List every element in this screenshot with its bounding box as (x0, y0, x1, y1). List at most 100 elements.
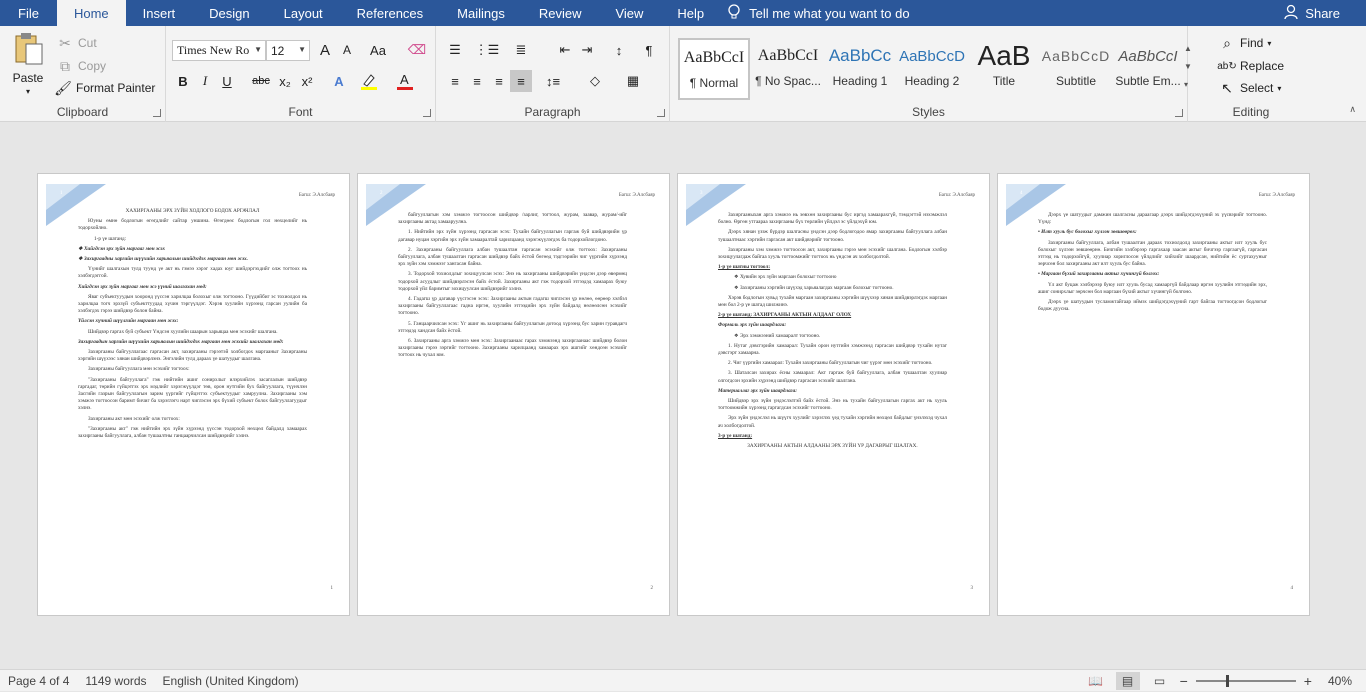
tab-mailings[interactable]: Mailings (440, 0, 522, 26)
read-mode-icon[interactable]: 📖 (1084, 672, 1108, 690)
paste-label: Paste (12, 71, 44, 85)
document-page[interactable]: 3 Багш: Э.Алсбаяр Захиргааныхан арга хэм… (677, 173, 990, 616)
tab-view[interactable]: View (598, 0, 660, 26)
page-header: Багш: Э.Алсбаяр (618, 193, 655, 198)
paragraph-launcher-icon[interactable] (657, 109, 665, 117)
shrink-font-icon[interactable]: A (336, 39, 358, 61)
style-heading-2[interactable]: AaBbCcD Heading 2 (896, 38, 968, 100)
align-left-icon[interactable]: ≡ (444, 70, 466, 92)
word-count[interactable]: 1149 words (77, 674, 154, 688)
document-page[interactable]: 2 Багш: Э.Алсбаяр байгууллагын хэм хэмжэ… (357, 173, 670, 616)
select-button[interactable]: ↖ Select ▾ (1218, 79, 1281, 97)
styles-scroll-icon[interactable]: ▲ ▼ ▾ (1184, 40, 1192, 94)
tab-review[interactable]: Review (522, 0, 599, 26)
change-case-icon[interactable]: Aa (364, 39, 392, 61)
editing-label: Editing (1232, 105, 1270, 119)
paragraph: 2. Захиргааны байгууллага албан тушаалта… (398, 246, 627, 268)
document-area[interactable]: 1 Багш: Э.Алсбаяр ХАХИРГААНЫ ЭРХ ЗҮЙН ХО… (0, 122, 1366, 669)
bullets-icon[interactable]: ☰ (444, 39, 466, 61)
zoom-slider-thumb[interactable] (1225, 675, 1229, 687)
strikethrough-button[interactable]: abc (250, 70, 272, 92)
font-launcher-icon[interactable] (423, 109, 431, 117)
highlight-icon[interactable] (358, 70, 380, 92)
font-color-icon[interactable]: A (394, 70, 416, 92)
tab-home[interactable]: Home (56, 0, 126, 26)
decrease-indent-icon[interactable]: ⇤ (554, 39, 576, 61)
style-subtitle[interactable]: AaBbCcD Subtitle (1040, 38, 1112, 100)
vertical-scrollbar[interactable] (1350, 122, 1366, 669)
document-page[interactable]: 1 Багш: Э.Алсбаяр ХАХИРГААНЫ ЭРХ ЗҮЙН ХО… (37, 173, 350, 616)
justify-icon[interactable]: ≡ (510, 70, 532, 92)
tab-references[interactable]: References (340, 0, 440, 26)
style-preview: AaBbCcD (1041, 48, 1111, 64)
paragraph: Хийгдсэн эрх зүйн маргааг мөн эсэ үүний … (78, 283, 207, 290)
font-name-value: Times New Ro (177, 43, 250, 57)
share-button[interactable]: Share (1283, 0, 1366, 26)
numbering-icon[interactable]: ⋮☰ (475, 39, 500, 61)
paragraph: ❖ Эрх хэмжээний хамааралт тогтооно. (734, 332, 821, 339)
copy-icon: ⧉ (60, 57, 70, 74)
paragraph: Материаллаг эрх зүйн шаардлага: (718, 387, 797, 394)
style-subtle-emphasis[interactable]: AaBbCcI Subtle Em... (1112, 38, 1184, 100)
clipboard-launcher-icon[interactable] (153, 109, 161, 117)
page-body: Захиргааныхан арга хэмжээ нь зөвхөн захи… (718, 212, 947, 453)
align-center-icon[interactable]: ≡ (466, 70, 488, 92)
zoom-slider[interactable] (1195, 675, 1296, 687)
web-layout-icon[interactable]: ▭ (1148, 672, 1172, 690)
show-formatting-icon[interactable]: ¶ (638, 39, 660, 61)
tab-help[interactable]: Help (660, 0, 721, 26)
styles-launcher-icon[interactable] (1175, 109, 1183, 117)
tell-me-search[interactable]: Tell me what you want to do (727, 0, 910, 26)
language-indicator[interactable]: English (United Kingdom) (155, 674, 307, 688)
page-header: Багш: Э.Алсбаяр (298, 193, 335, 198)
tab-design[interactable]: Design (192, 0, 266, 26)
font-size-combo[interactable]: 12 ▼ (266, 40, 310, 61)
document-page[interactable]: 4 Багш: Э.Алсбаяр Дээрх үе шатуудыг дамж… (997, 173, 1310, 616)
collapse-ribbon-icon[interactable]: ∧ (1349, 104, 1356, 115)
cut-button[interactable]: ✂ Cut (56, 34, 97, 52)
style-name: Heading 2 (904, 74, 960, 88)
tab-insert[interactable]: Insert (126, 0, 193, 26)
print-layout-icon[interactable]: ▤ (1115, 672, 1140, 690)
zoom-out-icon[interactable]: − (1180, 673, 1188, 689)
italic-button[interactable]: I (194, 70, 216, 92)
paragraph: 6. Захиргааны арга хэмжээ мөн эсэх: Захи… (398, 338, 627, 359)
tab-layout[interactable]: Layout (267, 0, 340, 26)
multilevel-list-icon[interactable]: ≣ (510, 39, 532, 61)
page-body: ХАХИРГААНЫ ЭРХ ЗҮЙН ХОДЛОГО БОДОХ АРГАЧЛ… (78, 208, 307, 443)
page-corner-number: 4 (1020, 191, 1023, 196)
replace-button[interactable]: ab↻ Replace (1217, 57, 1284, 75)
page-corner-number: 1 (60, 191, 63, 196)
format-painter-button[interactable]: 🖌 Format Painter (54, 79, 155, 97)
paragraph: 1. Нийтийн эрх зүйн хүрээнд гаргасан эсэ… (398, 229, 627, 243)
paragraph: 3. Шаталсан захирах ёсны хамаарал: Акт г… (718, 370, 947, 384)
zoom-level[interactable]: 40% (1328, 674, 1352, 688)
style-no-spacing[interactable]: AaBbCcI ¶ No Spac... (752, 38, 824, 100)
scissors-icon: ✂ (59, 34, 71, 51)
sort-icon[interactable]: ↕ (608, 39, 630, 61)
superscript-button[interactable]: x² (296, 70, 318, 92)
page-count[interactable]: Page 4 of 4 (0, 674, 77, 688)
style-title[interactable]: AaB Title (968, 38, 1040, 100)
underline-button[interactable]: U (216, 70, 238, 92)
copy-button[interactable]: ⧉ Copy (56, 57, 106, 75)
font-name-combo[interactable]: Times New Ro ▼ (172, 40, 266, 61)
clear-formatting-icon[interactable]: ⌫ (406, 39, 428, 61)
subscript-button[interactable]: x₂ (274, 70, 296, 92)
zoom-in-icon[interactable]: + (1304, 673, 1312, 689)
bold-button[interactable]: B (172, 70, 194, 92)
find-button[interactable]: ⌕ Find ▾ (1218, 34, 1271, 52)
line-spacing-icon[interactable]: ↕≡ (542, 70, 564, 92)
tab-file[interactable]: File (0, 0, 57, 26)
align-right-icon[interactable]: ≡ (488, 70, 510, 92)
replace-icon: ab↻ (1217, 60, 1237, 72)
borders-icon[interactable]: ▦ (622, 70, 644, 92)
style-heading-1[interactable]: AaBbCc Heading 1 (824, 38, 896, 100)
paste-button[interactable]: Paste ▾ (12, 32, 44, 96)
text-effects-icon[interactable]: A (328, 70, 350, 92)
grow-font-icon[interactable]: A (314, 39, 336, 61)
style-normal[interactable]: AaBbCcI ¶ Normal (678, 38, 750, 100)
increase-indent-icon[interactable]: ⇥ (576, 39, 598, 61)
shading-icon[interactable]: ◇ (584, 70, 606, 92)
select-label: Select (1240, 81, 1274, 95)
